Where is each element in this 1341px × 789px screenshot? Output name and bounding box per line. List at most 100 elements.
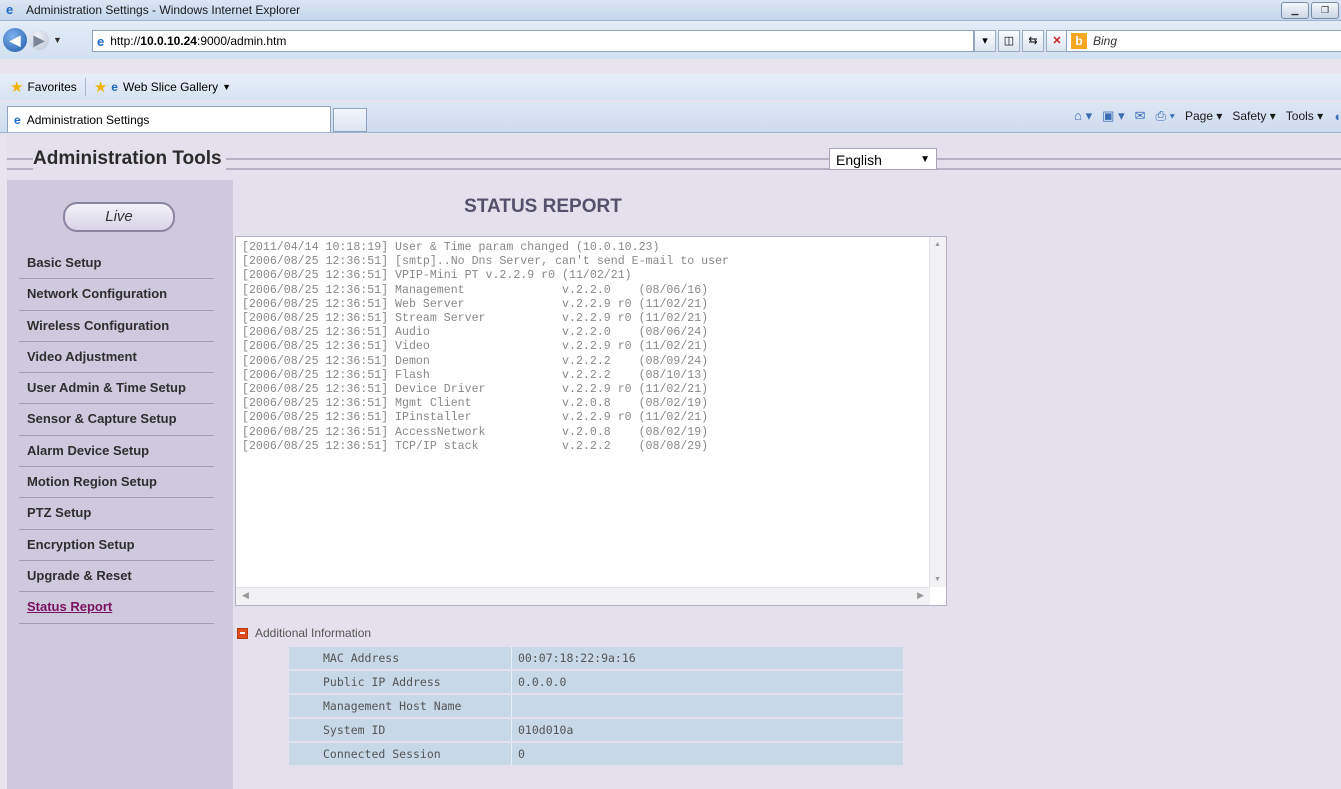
- info-row-spacer: [289, 647, 313, 669]
- address-actions: ▾ ◫ ⇆ ✕: [974, 30, 1068, 52]
- favorites-star-icon: ★: [10, 79, 24, 96]
- tabs-bar: e Administration Settings ⌂ ▾ ▣ ▾ ✉ ⎙ ▾ …: [0, 102, 1341, 133]
- new-tab-button[interactable]: [333, 108, 367, 132]
- back-button[interactable]: ◀: [3, 28, 27, 52]
- info-row: Connected Session 0: [289, 743, 903, 765]
- compatibility-view-icon[interactable]: ◫: [998, 30, 1020, 52]
- web-slice-gallery-link[interactable]: Web Slice Gallery: [123, 80, 218, 94]
- log-line: [2006/08/25 12:36:51] Video v.2.2.9 r0 (…: [242, 340, 709, 354]
- tools-menu[interactable]: Tools ▾: [1286, 109, 1323, 123]
- additional-info-label: Additional Information: [255, 626, 372, 640]
- info-value: 010d010a: [511, 719, 903, 741]
- status-log-text: [2011/04/14 10:18:19] User & Time param …: [242, 241, 729, 454]
- sidebar-item-user-admin-time-setup[interactable]: User Admin & Time Setup: [19, 373, 214, 405]
- sidebar-item-sensor-capture-setup[interactable]: Sensor & Capture Setup: [19, 404, 214, 436]
- window-titlebar: e Administration Settings - Windows Inte…: [0, 0, 1341, 21]
- home-icon[interactable]: ⌂ ▾: [1074, 108, 1092, 124]
- address-bar: ◀ ▶ ▼ e http://10.0.10.24:9000/admin.htm…: [0, 21, 1341, 59]
- log-line: [2006/08/25 12:36:51] AccessNetwork v.2.…: [242, 425, 709, 439]
- sidebar-item-ptz-setup[interactable]: PTZ Setup: [19, 498, 214, 530]
- sidebar-item-encryption-setup[interactable]: Encryption Setup: [19, 530, 214, 561]
- feeds-icon[interactable]: ▣ ▾: [1102, 108, 1124, 124]
- info-value: 0.0.0.0: [511, 671, 903, 693]
- page-menu[interactable]: Page ▾: [1185, 109, 1222, 123]
- tab-page-icon: e: [14, 112, 21, 127]
- sidebar-menu: Basic Setup Network Configuration Wirele…: [19, 248, 214, 624]
- vertical-scrollbar[interactable]: ▲ ▼: [929, 237, 946, 587]
- log-line: [2006/08/25 12:36:51] Management v.2.2.0…: [242, 283, 709, 297]
- minimize-button[interactable]: ▁: [1281, 2, 1309, 19]
- log-line: [2006/08/25 12:36:51] Device Driver v.2.…: [242, 383, 709, 397]
- chevron-down-icon: ▼: [920, 154, 930, 165]
- info-label: Connected Session: [313, 743, 511, 765]
- search-input[interactable]: b Bing: [1066, 30, 1341, 52]
- language-select[interactable]: English ▼: [829, 148, 937, 170]
- sidebar-item-status-report[interactable]: Status Report: [19, 592, 214, 624]
- info-value: 0: [511, 743, 903, 765]
- info-bullet-icon: [237, 627, 248, 639]
- sidebar-item-upgrade-reset[interactable]: Upgrade & Reset: [19, 561, 214, 593]
- help-icon[interactable]: ◖: [1333, 109, 1341, 124]
- search-placeholder: Bing: [1093, 34, 1118, 48]
- live-button[interactable]: Live: [63, 202, 175, 232]
- status-log-textarea[interactable]: [2011/04/14 10:18:19] User & Time param …: [235, 236, 947, 606]
- command-bar: ⌂ ▾ ▣ ▾ ✉ ⎙ ▾ Page ▾ Safety ▾ Tools ▾ ◖: [1074, 108, 1341, 124]
- info-label: Public IP Address: [313, 671, 511, 693]
- url-text: http://10.0.10.24:9000/admin.htm: [110, 34, 287, 48]
- url-dropdown-icon[interactable]: ▾: [974, 30, 996, 52]
- sidebar-item-motion-region-setup[interactable]: Motion Region Setup: [19, 467, 214, 499]
- url-input[interactable]: e http://10.0.10.24:9000/admin.htm: [92, 30, 974, 52]
- restore-button[interactable]: ❐: [1311, 2, 1339, 19]
- log-line: [2006/08/25 12:36:51] VPIP-Mini PT v.2.2…: [242, 269, 632, 283]
- scroll-right-icon[interactable]: ▶: [917, 590, 924, 601]
- info-row-spacer: [289, 695, 313, 717]
- mail-icon[interactable]: ✉: [1135, 108, 1146, 124]
- log-line: [2006/08/25 12:36:51] IPinstaller v.2.2.…: [242, 411, 709, 425]
- sidebar-item-alarm-device-setup[interactable]: Alarm Device Setup: [19, 436, 214, 468]
- sidebar-item-network-configuration[interactable]: Network Configuration: [19, 279, 214, 311]
- info-row: MAC Address 00:07:18:22:9a:16: [289, 647, 903, 669]
- ie-logo-icon: e: [6, 2, 14, 17]
- info-row: System ID 010d010a: [289, 719, 903, 741]
- info-label: System ID: [313, 719, 511, 741]
- horizontal-scrollbar[interactable]: ◀ ▶: [236, 587, 930, 605]
- sidebar: Live Basic Setup Network Configuration W…: [7, 180, 233, 789]
- info-row-spacer: [289, 743, 313, 765]
- additional-info-heading: Additional Information: [237, 626, 371, 640]
- refresh-icon[interactable]: ⇆: [1022, 30, 1044, 52]
- info-row: Public IP Address 0.0.0.0: [289, 671, 903, 693]
- scroll-down-icon[interactable]: ▼: [934, 576, 941, 583]
- log-line: [2006/08/25 12:36:51] Web Server v.2.2.9…: [242, 297, 709, 311]
- tab-label: Administration Settings: [26, 112, 150, 127]
- admin-header: Administration Tools English ▼: [7, 146, 1341, 178]
- window-title: Administration Settings - Windows Intern…: [26, 3, 301, 17]
- safety-menu[interactable]: Safety ▾: [1232, 109, 1275, 123]
- sidebar-item-video-adjustment[interactable]: Video Adjustment: [19, 342, 214, 374]
- log-line: [2006/08/25 12:36:51] Stream Server v.2.…: [242, 312, 709, 326]
- divider: [84, 78, 86, 96]
- scroll-left-icon[interactable]: ◀: [242, 590, 249, 601]
- info-row: Management Host Name: [289, 695, 903, 717]
- add-favorite-icon[interactable]: ★: [94, 78, 107, 96]
- stop-icon[interactable]: ✕: [1046, 30, 1068, 52]
- bing-logo-icon: b: [1071, 33, 1087, 49]
- favorites-button[interactable]: Favorites: [27, 80, 76, 94]
- info-table: MAC Address 00:07:18:22:9a:16 Public IP Ad…: [289, 645, 903, 767]
- print-icon[interactable]: ⎙ ▾: [1156, 108, 1175, 124]
- scroll-up-icon[interactable]: ▲: [934, 241, 941, 248]
- log-line: [2006/08/25 12:36:51] Audio v.2.2.0 (08/…: [242, 326, 709, 340]
- sidebar-item-basic-setup[interactable]: Basic Setup: [19, 248, 214, 280]
- forward-button[interactable]: ▶: [29, 30, 49, 50]
- web-slice-icon: e: [111, 80, 118, 94]
- history-dropdown-icon[interactable]: ▼: [53, 35, 62, 45]
- chevron-down-icon[interactable]: ▼: [222, 82, 231, 92]
- main-content: STATUS REPORT [2011/04/14 10:18:19] User…: [233, 180, 1341, 789]
- info-row-spacer: [289, 719, 313, 741]
- info-value: 00:07:18:22:9a:16: [511, 647, 903, 669]
- sidebar-item-wireless-configuration[interactable]: Wireless Configuration: [19, 311, 214, 342]
- info-label: MAC Address: [313, 647, 511, 669]
- favorites-bar: ★ Favorites ★ e Web Slice Gallery ▼: [0, 74, 1341, 100]
- language-value: English: [836, 152, 882, 168]
- tab-administration-settings[interactable]: e Administration Settings: [7, 106, 331, 132]
- page-content: Administration Tools English ▼ Live Basi…: [7, 134, 1341, 789]
